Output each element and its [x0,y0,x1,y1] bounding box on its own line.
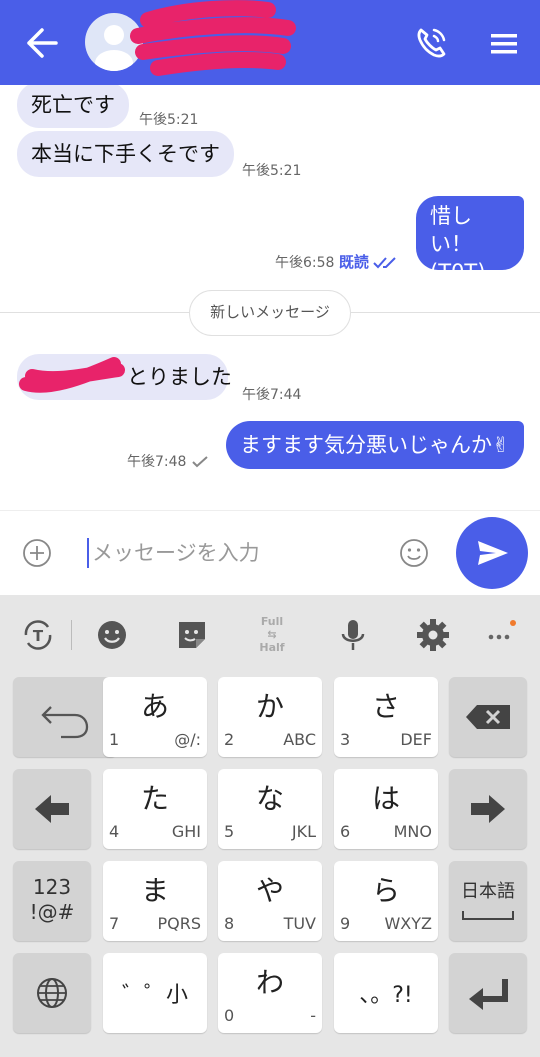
message-bubble-sent[interactable]: 惜しい！ (T0T) [416,196,524,284]
key-ma[interactable]: ま 7 PQRS [103,861,207,941]
key-na[interactable]: な 5 JKL [218,769,322,849]
space-icon [462,911,514,920]
globe-key[interactable] [13,953,91,1033]
key-ra[interactable]: ら 9 WXYZ [334,861,438,941]
key-a[interactable]: あ 1 @/: [103,677,207,757]
symbol-mode-key[interactable]: 123 !@# [13,861,91,941]
send-icon [478,541,508,565]
swap-arrows-icon: ⇆ [267,628,277,641]
message-input-bar: メッセージを入力 [0,510,540,595]
dakuten-small-key[interactable]: ゛゜小 [103,953,207,1033]
message-input[interactable]: メッセージを入力 [92,538,260,568]
hamburger-icon[interactable] [487,28,521,58]
message-bubble-received[interactable]: 本当に下手くそです [17,131,234,177]
key-ha[interactable]: は 6 MNO [334,769,438,849]
arrow-right-icon [471,795,505,823]
more-icon[interactable] [482,615,522,655]
text-cursor [87,538,89,568]
sticker-icon[interactable] [172,615,212,655]
message-time: 午後5:21 [242,163,302,179]
settings-icon[interactable] [413,615,453,655]
redaction-scribble [130,0,296,76]
double-check-icon [373,257,397,269]
message-time: 午後7:48 [127,451,209,471]
enter-key[interactable] [449,953,527,1033]
enter-icon [469,979,508,1010]
message-time: 午後7:44 [242,387,302,403]
key-wa[interactable]: わ 0 - [218,953,322,1033]
svg-text:T: T [33,627,44,645]
backspace-key[interactable] [449,677,527,757]
toolbar-separator [71,620,72,650]
message-time: 午後5:21 [139,112,199,128]
send-button[interactable] [456,517,528,589]
emoji-icon[interactable] [92,615,132,655]
plus-icon[interactable] [22,538,52,568]
message-bubble-sent[interactable]: ますます気分悪いじゃんか✌ [226,421,524,469]
message-bubble-received[interactable]: 死亡です [17,85,129,128]
message-time: 午後6:58 既読 [275,251,399,272]
key-ya[interactable]: や 8 TUV [218,861,322,941]
new-messages-divider: 新しいメッセージ [189,290,351,336]
check-icon [192,456,208,468]
key-ka[interactable]: か 2 ABC [218,677,322,757]
emoji-icon[interactable] [398,537,430,569]
keyboard: T Full ⇆ Half あ 1 @/: か 2 ABC さ 3 DEF た … [0,595,540,1057]
arrow-left-icon[interactable] [22,26,62,60]
undo-key[interactable] [13,677,117,757]
cursor-left-key[interactable] [13,769,91,849]
undo-icon [41,706,89,739]
full-half-icon[interactable]: Full ⇆ Half [252,615,292,655]
redaction-scribble [19,357,125,393]
message-list[interactable]: 死亡です 午後5:21 本当に下手くそです 午後5:21 惜しい！ (T0T) … [0,85,540,510]
key-ta[interactable]: た 4 GHI [103,769,207,849]
language-key[interactable]: 日本語 [449,861,527,941]
convert-icon[interactable]: T [18,615,58,655]
chat-header [0,0,540,85]
key-sa[interactable]: さ 3 DEF [334,677,438,757]
arrow-left-icon [35,795,69,823]
globe-icon [37,978,67,1008]
mic-icon[interactable] [333,615,373,655]
backspace-icon [466,705,510,729]
read-status: 既読 [338,253,369,271]
phone-icon[interactable] [412,24,450,62]
cursor-right-key[interactable] [449,769,527,849]
punctuation-key[interactable]: 、。?! [334,953,438,1033]
